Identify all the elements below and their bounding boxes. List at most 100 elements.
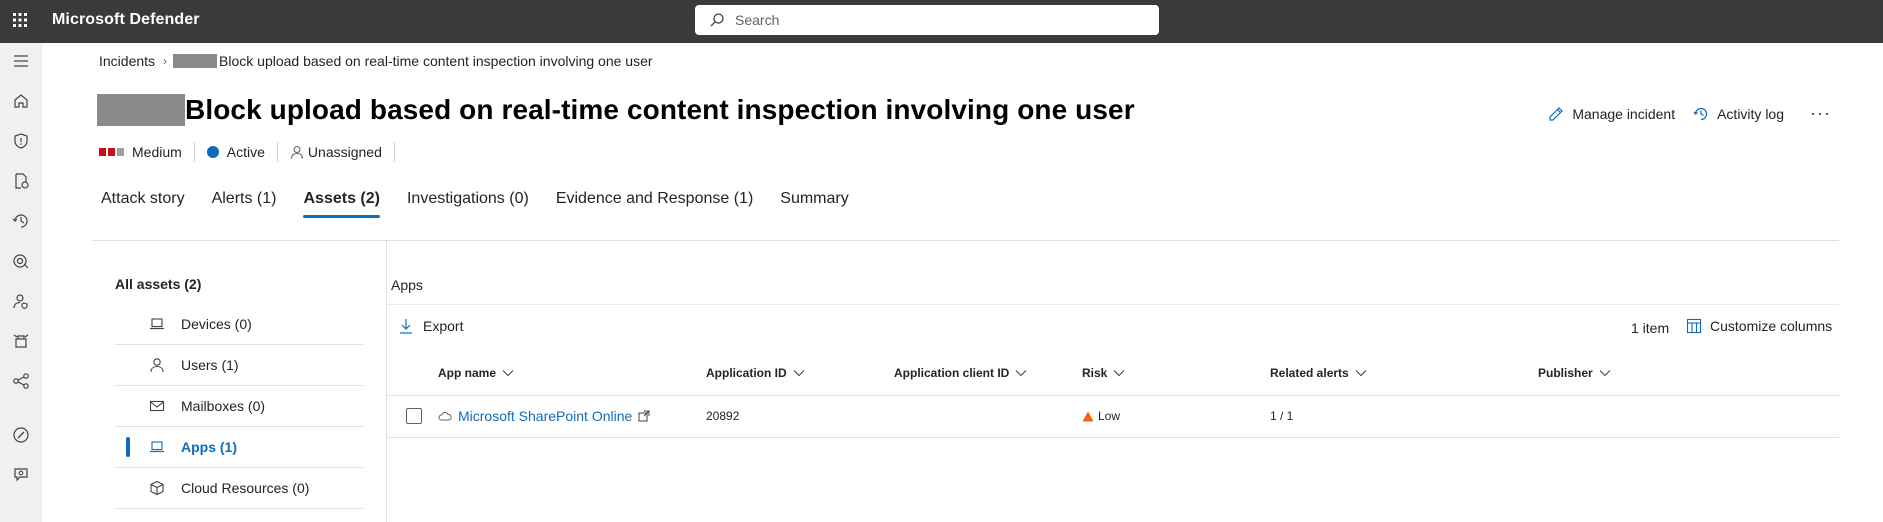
- column-header-related-alerts[interactable]: Related alerts: [1270, 366, 1367, 380]
- tab-investigations[interactable]: Investigations (0): [407, 190, 529, 218]
- tab-summary[interactable]: Summary: [780, 190, 848, 218]
- actions-icon[interactable]: [9, 249, 33, 273]
- person-icon: [290, 145, 303, 159]
- home-icon[interactable]: [9, 89, 33, 113]
- tab-alerts[interactable]: Alerts (1): [212, 190, 277, 218]
- column-label: Publisher: [1538, 366, 1593, 380]
- identity-icon[interactable]: [9, 289, 33, 313]
- incidents-icon[interactable]: [9, 169, 33, 193]
- asset-item-mailboxes[interactable]: Mailboxes (0): [115, 386, 363, 427]
- app-name-link[interactable]: Microsoft SharePoint Online: [458, 408, 632, 424]
- more-options-icon[interactable]: ···: [1810, 103, 1831, 124]
- open-in-new-icon[interactable]: [638, 410, 650, 422]
- severity-label: Medium: [132, 144, 182, 160]
- hunting-icon[interactable]: [9, 209, 33, 233]
- chevron-down-icon: [793, 370, 805, 377]
- table-header-divider: [387, 395, 1839, 396]
- left-nav-rail: [0, 43, 42, 522]
- assignee-label: Unassigned: [307, 144, 382, 160]
- assignee[interactable]: Unassigned: [290, 142, 395, 162]
- tab-attack-story[interactable]: Attack story: [101, 190, 185, 218]
- graph-icon[interactable]: [9, 369, 33, 393]
- redacted-block: [97, 94, 185, 126]
- asset-item-label: Mailboxes (0): [181, 398, 266, 414]
- tab-evidence-and-response[interactable]: Evidence and Response (1): [556, 190, 753, 218]
- download-icon: [400, 319, 412, 334]
- cube-icon: [150, 480, 164, 496]
- mail-icon: [149, 400, 165, 412]
- application-id-cell: 20892: [706, 409, 740, 423]
- app-launcher-icon[interactable]: [12, 12, 28, 28]
- asset-item-cloud-resources[interactable]: Cloud Resources (0): [115, 468, 363, 509]
- shield-icon[interactable]: [9, 129, 33, 153]
- columns-icon: [1686, 318, 1702, 334]
- incident-status-row: Medium Active Unassigned: [99, 142, 407, 162]
- chevron-down-icon: [1355, 370, 1367, 377]
- chevron-right-icon: ›: [163, 54, 168, 68]
- partners-icon[interactable]: [9, 329, 33, 353]
- all-assets-heading[interactable]: All assets (2): [115, 276, 201, 292]
- manage-incident-button[interactable]: Manage incident: [1548, 106, 1675, 122]
- breadcrumb: Incidents › Block upload based on real-t…: [99, 53, 653, 69]
- related-alerts-cell: 1 / 1: [1270, 409, 1294, 423]
- asset-item-label: Cloud Resources (0): [181, 480, 310, 496]
- export-label: Export: [423, 318, 464, 334]
- column-label: Application ID: [706, 366, 787, 380]
- laptop-icon: [150, 318, 164, 330]
- column-label: Risk: [1082, 366, 1108, 380]
- search-input[interactable]: [735, 12, 1135, 28]
- chevron-down-icon: [1113, 370, 1125, 377]
- risk-label: Low: [1098, 409, 1121, 423]
- export-button[interactable]: Export: [399, 318, 463, 334]
- column-label: App name: [438, 366, 497, 380]
- column-header-application-client-id[interactable]: Application client ID: [894, 366, 1027, 380]
- menu-icon[interactable]: [9, 49, 33, 73]
- search-box[interactable]: [695, 5, 1159, 35]
- activity-log-label: Activity log: [1717, 105, 1785, 122]
- asset-item-devices[interactable]: Devices (0): [115, 304, 363, 345]
- app-name-cell: Microsoft SharePoint Online: [438, 408, 650, 424]
- chevron-down-icon: [1599, 370, 1611, 377]
- page-title-row: Block upload based on real-time content …: [97, 94, 1135, 126]
- warning-triangle-icon: [1082, 411, 1094, 421]
- breadcrumb-current: Block upload based on real-time content …: [219, 53, 653, 69]
- column-header-application-id[interactable]: Application ID: [706, 366, 805, 380]
- column-label: Application client ID: [894, 366, 1010, 380]
- pane-divider: [386, 241, 387, 522]
- breadcrumb-incidents-link[interactable]: Incidents: [99, 53, 155, 69]
- column-header-app-name[interactable]: App name: [438, 366, 514, 380]
- app-icon: [150, 441, 164, 453]
- chevron-down-icon: [1015, 370, 1027, 377]
- app-title[interactable]: Microsoft Defender: [52, 11, 200, 29]
- column-header-publisher[interactable]: Publisher: [1538, 366, 1611, 380]
- state-label: Active: [226, 144, 265, 160]
- toolbar-divider: [387, 304, 1839, 305]
- pencil-icon: [1549, 106, 1564, 121]
- asset-item-label: Devices (0): [181, 316, 252, 332]
- secure-score-icon[interactable]: [9, 423, 33, 447]
- customize-columns-label: Customize columns: [1710, 318, 1833, 334]
- history-icon: [1693, 107, 1708, 120]
- activity-log-button[interactable]: Activity log: [1693, 106, 1784, 122]
- severity-bars-icon: [99, 148, 126, 156]
- customize-columns-button[interactable]: Customize columns: [1686, 318, 1832, 334]
- top-bar: Microsoft Defender: [0, 0, 1883, 43]
- row-checkbox[interactable]: [406, 408, 422, 424]
- cloud-icon: [438, 412, 452, 421]
- redacted-block: [173, 54, 218, 68]
- item-count: 1 item: [1631, 320, 1670, 336]
- risk-cell: Low: [1082, 408, 1120, 424]
- header-actions: Manage incident Activity log ···: [1530, 103, 1831, 124]
- chevron-down-icon: [502, 370, 514, 377]
- column-label: Related alerts: [1270, 366, 1349, 380]
- asset-item-label: Apps (1): [181, 439, 237, 455]
- column-header-risk[interactable]: Risk: [1082, 366, 1125, 380]
- asset-item-apps[interactable]: Apps (1): [115, 427, 363, 468]
- community-icon[interactable]: [9, 463, 33, 487]
- page-title: Block upload based on real-time content …: [185, 94, 1135, 125]
- asset-item-label: Users (1): [181, 357, 239, 373]
- tabs-divider: [92, 240, 1839, 241]
- asset-item-users[interactable]: Users (1): [115, 345, 363, 386]
- tab-assets[interactable]: Assets (2): [303, 190, 381, 218]
- severity-badge: Medium: [99, 142, 195, 162]
